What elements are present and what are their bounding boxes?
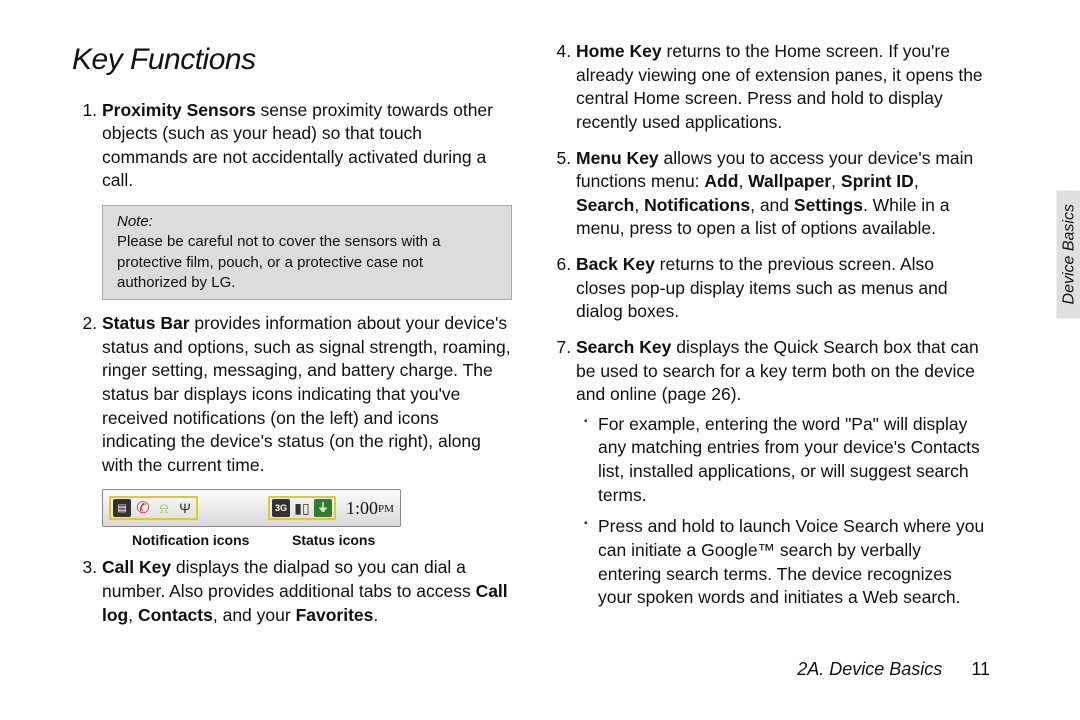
key-functions-list-left: Proximity Sensors sense proximity toward… <box>72 99 512 194</box>
term-wallpaper: Wallpaper <box>748 171 831 191</box>
page-footer: 2A. Device Basics 11 <box>797 659 990 680</box>
term-menu-key: Menu Key <box>576 148 659 168</box>
signal-icon: ▮▯ <box>293 499 311 517</box>
footer-section: 2A. Device Basics <box>797 659 942 679</box>
term-back-key: Back Key <box>576 254 655 274</box>
status-bar-labels: Notification icons Status icons <box>132 531 512 550</box>
right-column: Home Key returns to the Home screen. If … <box>546 40 986 639</box>
key-functions-list-right: Home Key returns to the Home screen. If … <box>546 40 986 610</box>
battery-icon: ⏚ <box>314 499 332 517</box>
term-status-bar: Status Bar <box>102 313 190 333</box>
term-add: Add <box>704 171 738 191</box>
item-status-bar: Status Bar provides information about yo… <box>102 312 512 477</box>
item-call-key: Call Key displays the dialpad so you can… <box>102 556 512 627</box>
note-label: Note: <box>117 212 161 232</box>
android-icon: ⍾ <box>155 499 173 517</box>
label-status-icons: Status icons <box>292 531 375 550</box>
three-g-icon: 3G <box>272 499 290 517</box>
footer-page-number: 11 <box>971 659 990 679</box>
item-search-key: Search Key displays the Quick Search box… <box>576 336 986 610</box>
label-notification-icons: Notification icons <box>132 531 292 550</box>
missed-call-icon: ✆ <box>134 499 152 517</box>
two-column-layout: Key Functions Proximity Sensors sense pr… <box>72 40 990 639</box>
sd-card-icon: ▤ <box>113 499 131 517</box>
period1: . <box>373 605 378 625</box>
note-box: Note: Please be careful not to cover the… <box>102 205 512 300</box>
term-contacts: Contacts <box>138 605 213 625</box>
term-settings: Settings <box>794 195 863 215</box>
term-search: Search <box>576 195 634 215</box>
key-functions-list-left-cont: Status Bar provides information about yo… <box>72 312 512 477</box>
item-home-key: Home Key returns to the Home screen. If … <box>576 40 986 135</box>
term-search-key: Search Key <box>576 337 671 357</box>
term-proximity-sensors: Proximity Sensors <box>102 100 256 120</box>
item-proximity-sensors: Proximity Sensors sense proximity toward… <box>102 99 512 194</box>
term-sprint-id: Sprint ID <box>841 171 914 191</box>
desc-status-bar: provides information about your device's… <box>102 313 511 475</box>
status-bar-mock: ▤ ✆ ⍾ Ψ 3G ▮▯ ⏚ 1:00PM <box>102 489 401 527</box>
section-title: Key Functions <box>72 40 512 81</box>
search-key-voice: Press and hold to launch Voice Search wh… <box>588 515 986 610</box>
notification-icons-group: ▤ ✆ ⍾ Ψ <box>109 496 198 520</box>
desc-call-key-c: , and your <box>213 605 296 625</box>
search-key-example: For example, entering the word "Pa" will… <box>588 413 986 508</box>
key-functions-list-left-cont2: Call Key displays the dialpad so you can… <box>72 556 512 627</box>
side-tab-device-basics: Device Basics <box>1056 190 1080 318</box>
time-value: 1:00 <box>346 498 378 518</box>
comma1: , <box>128 605 138 625</box>
left-column: Key Functions Proximity Sensors sense pr… <box>72 40 512 639</box>
term-notifications: Notifications <box>644 195 750 215</box>
term-call-key: Call Key <box>102 557 171 577</box>
usb-icon: Ψ <box>176 499 194 517</box>
time-ampm: PM <box>378 503 394 515</box>
status-bar-time: 1:00PM <box>346 496 394 520</box>
term-favorites: Favorites <box>296 605 374 625</box>
search-key-sublist: For example, entering the word "Pa" will… <box>576 413 986 610</box>
manual-page: Device Basics Key Functions Proximity Se… <box>0 0 1080 720</box>
item-back-key: Back Key returns to the previous screen.… <box>576 253 986 324</box>
status-bar-figure: ▤ ✆ ⍾ Ψ 3G ▮▯ ⏚ 1:00PM Notificati <box>102 489 512 550</box>
term-home-key: Home Key <box>576 41 662 61</box>
note-body: Please be careful not to cover the senso… <box>117 232 457 293</box>
item-menu-key: Menu Key allows you to access your devic… <box>576 147 986 242</box>
status-icons-group: 3G ▮▯ ⏚ <box>268 496 336 520</box>
